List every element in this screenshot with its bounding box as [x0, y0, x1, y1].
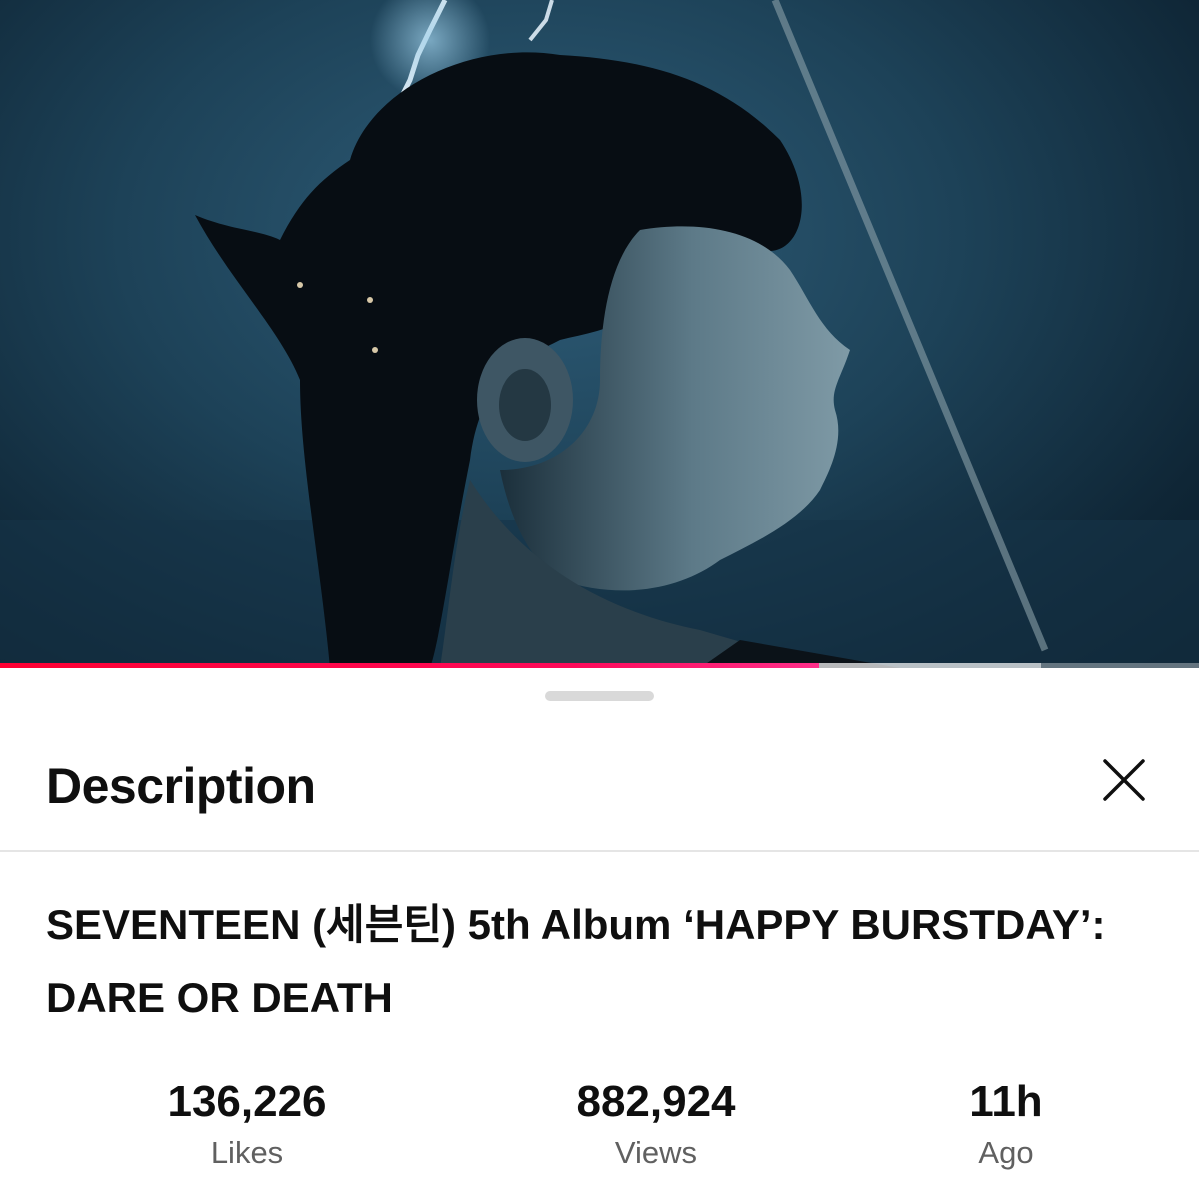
stat-views: 882,924 Views — [526, 1075, 786, 1173]
views-label: Views — [614, 1135, 698, 1170]
progress-bar[interactable] — [0, 663, 1199, 668]
video-player[interactable] — [0, 0, 1199, 668]
screen: Description SEVENTEEN (세븐틴) 5th Album ‘H… — [0, 0, 1199, 1200]
description-sheet: Description SEVENTEEN (세븐틴) 5th Album ‘H… — [0, 670, 1199, 1200]
sheet-title: Description — [46, 758, 316, 814]
stat-upload-age: 11h Ago — [876, 1075, 1136, 1173]
stat-likes: 136,226 Likes — [117, 1075, 377, 1173]
likes-label: Likes — [210, 1135, 284, 1170]
drag-handle[interactable] — [545, 691, 654, 701]
views-count: 882,924 — [576, 1077, 736, 1126]
sheet-header: Description — [0, 714, 1199, 852]
close-icon — [1103, 759, 1145, 801]
video-title: SEVENTEEN (세븐틴) 5th Album ‘HAPPY BURSTDA… — [46, 901, 1106, 1021]
close-button[interactable] — [1094, 750, 1154, 810]
video-frame-illustration — [0, 0, 1199, 668]
upload-age-value: 11h — [969, 1077, 1043, 1126]
likes-count: 136,226 — [167, 1077, 327, 1126]
upload-age-label: Ago — [978, 1135, 1034, 1170]
progress-played — [0, 663, 819, 668]
stats-row: 136,226 Likes 882,924 Views 11h Ago — [0, 1075, 1199, 1185]
